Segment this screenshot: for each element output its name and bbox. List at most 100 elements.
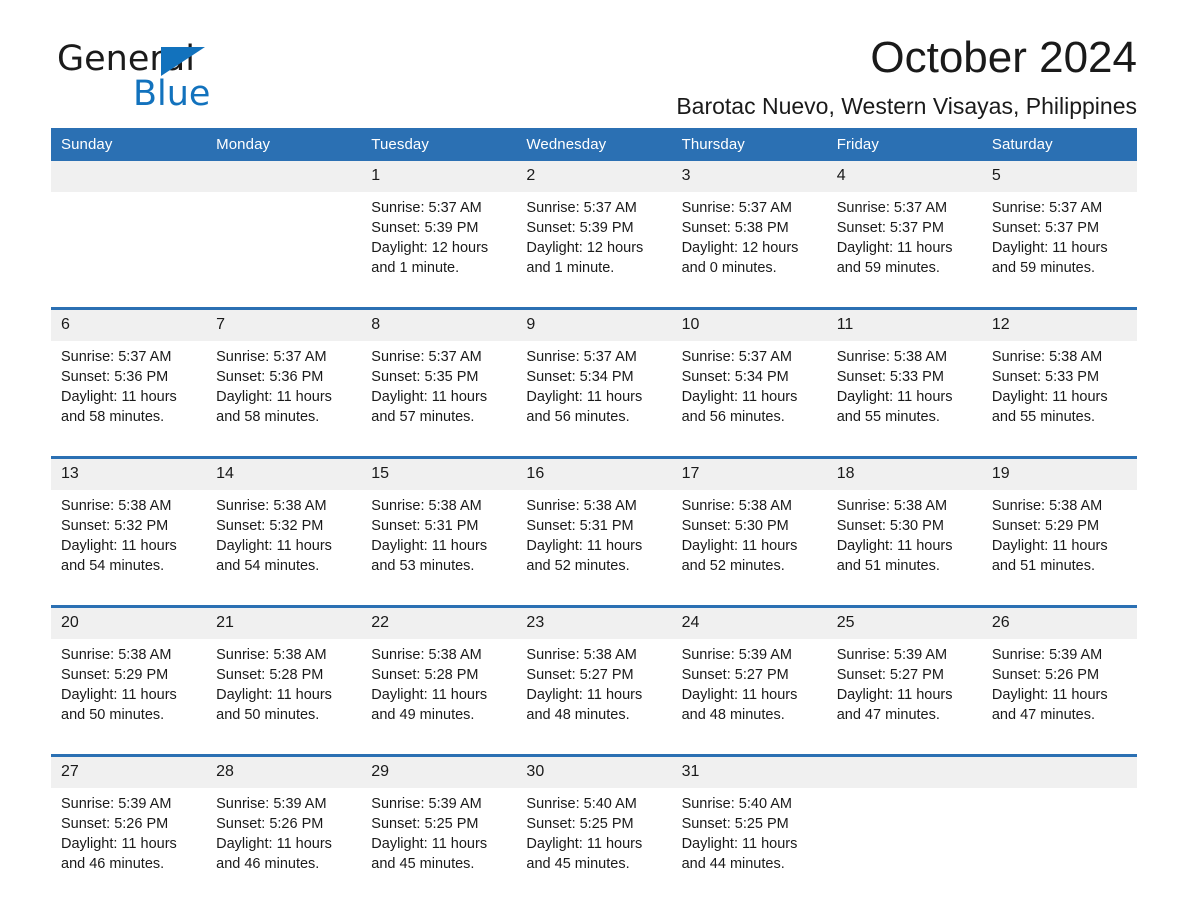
day-number[interactable]: 24 [671, 605, 827, 639]
sunrise-text: Sunrise: 5:40 AM [526, 796, 637, 812]
daylight-text-cont: and 59 minutes. [991, 260, 1096, 276]
daylight-text-cont: and 59 minutes. [836, 260, 940, 276]
day-number[interactable]: 12 [981, 307, 1137, 341]
generalblue-logo[interactable]: General Blue [57, 42, 257, 112]
day-number[interactable]: 4 [826, 161, 982, 192]
day-cell[interactable]: Sunrise: 5:38 AM Sunset: 5:31 PM Daylight:… [361, 490, 517, 607]
day-number[interactable]: 30 [516, 754, 672, 788]
day-number[interactable]: 22 [361, 605, 517, 639]
day-cell[interactable]: Sunrise: 5:39 AM Sunset: 5:26 PM Daylight:… [981, 639, 1137, 756]
day-cell[interactable]: Sunrise: 5:38 AM Sunset: 5:31 PM Daylight:… [516, 490, 672, 607]
daylight-text: Daylight: 11 hours [991, 389, 1108, 405]
day-cell[interactable]: Sunrise: 5:38 AM Sunset: 5:28 PM Daylight:… [206, 639, 362, 756]
day-number[interactable]: 21 [206, 605, 362, 639]
day-cell[interactable]: Sunrise: 5:37 AM Sunset: 5:38 PM Daylight:… [671, 192, 827, 309]
day-number[interactable]: 19 [981, 456, 1137, 490]
day-cell[interactable]: Sunrise: 5:37 AM Sunset: 5:36 PM Daylight:… [51, 341, 207, 458]
daylight-text: Daylight: 12 hours [526, 240, 644, 256]
day-number[interactable]: 28 [206, 754, 362, 788]
day-cell[interactable]: Sunrise: 5:38 AM Sunset: 5:30 PM Daylight:… [671, 490, 827, 607]
day-cell[interactable]: Sunrise: 5:38 AM Sunset: 5:32 PM Daylight:… [206, 490, 362, 607]
day-number[interactable]: 14 [206, 456, 362, 490]
day-number[interactable]: 11 [826, 307, 982, 341]
day-cell[interactable]: Sunrise: 5:37 AM Sunset: 5:36 PM Daylight:… [206, 341, 362, 458]
sunset-text: Sunset: 5:27 PM [681, 667, 789, 683]
day-number[interactable]: 27 [51, 754, 207, 788]
day-number[interactable]: 20 [51, 605, 207, 639]
day-number[interactable]: 17 [671, 456, 827, 490]
daylight-text-cont: and 49 minutes. [371, 707, 475, 723]
sunset-text: Sunset: 5:30 PM [836, 518, 944, 534]
day-number[interactable]: 2 [516, 161, 672, 192]
daylight-text: Daylight: 11 hours [371, 687, 488, 703]
daylight-text-cont: and 51 minutes. [836, 558, 940, 574]
daylight-text: Daylight: 11 hours [836, 240, 953, 256]
daylight-text: Daylight: 11 hours [681, 538, 798, 554]
day-number[interactable]: 16 [516, 456, 672, 490]
day-cell[interactable]: Sunrise: 5:37 AM Sunset: 5:37 PM Daylight:… [826, 192, 982, 309]
day-cell[interactable]: Sunrise: 5:37 AM Sunset: 5:35 PM Daylight:… [361, 341, 517, 458]
day-number[interactable]: 10 [671, 307, 827, 341]
weekday-header-wednesday: Wednesday [516, 128, 672, 161]
daylight-text-cont: and 50 minutes. [216, 707, 320, 723]
day-cell[interactable]: Sunrise: 5:38 AM Sunset: 5:33 PM Daylight:… [826, 341, 982, 458]
daylight-text: Daylight: 11 hours [681, 389, 798, 405]
page-header: General Blue October 2024 Barotac Nuevo,… [51, 0, 1137, 118]
day-number[interactable]: 1 [361, 161, 517, 192]
day-number[interactable]: 23 [516, 605, 672, 639]
day-cell[interactable]: Sunrise: 5:39 AM Sunset: 5:27 PM Daylight:… [826, 639, 982, 756]
day-cell[interactable]: Sunrise: 5:38 AM Sunset: 5:28 PM Daylight:… [361, 639, 517, 756]
day-cell[interactable]: Sunrise: 5:37 AM Sunset: 5:34 PM Daylight:… [671, 341, 827, 458]
week-info-row: Sunrise: 5:39 AM Sunset: 5:26 PM Daylight:… [51, 788, 1137, 903]
sunset-text: Sunset: 5:25 PM [526, 816, 634, 832]
sunset-text: Sunset: 5:31 PM [371, 518, 479, 534]
daylight-text: Daylight: 11 hours [61, 836, 177, 852]
day-number[interactable]: 18 [826, 456, 982, 490]
day-number[interactable]: 3 [671, 161, 827, 192]
daylight-text-cont: and 52 minutes. [681, 558, 785, 574]
day-cell[interactable]: Sunrise: 5:38 AM Sunset: 5:29 PM Daylight:… [51, 639, 207, 756]
logo-text-blue: Blue [133, 74, 211, 114]
day-number[interactable]: 26 [981, 605, 1137, 639]
day-number[interactable]: 25 [826, 605, 982, 639]
day-cell[interactable]: Sunrise: 5:39 AM Sunset: 5:26 PM Daylight:… [206, 788, 362, 903]
day-cell[interactable]: Sunrise: 5:37 AM Sunset: 5:39 PM Daylight:… [361, 192, 517, 309]
weekday-header-sunday: Sunday [51, 128, 207, 161]
week-date-row: 20 21 22 23 24 25 26 [51, 605, 1137, 639]
sunrise-text: Sunrise: 5:38 AM [991, 498, 1103, 514]
daylight-text-cont: and 48 minutes. [681, 707, 785, 723]
sunrise-text: Sunrise: 5:38 AM [216, 498, 327, 514]
daylight-text: Daylight: 11 hours [991, 240, 1108, 256]
day-cell[interactable]: Sunrise: 5:38 AM Sunset: 5:29 PM Daylight:… [981, 490, 1137, 607]
day-number[interactable]: 8 [361, 307, 517, 341]
day-cell[interactable]: Sunrise: 5:39 AM Sunset: 5:25 PM Daylight:… [361, 788, 517, 903]
day-number[interactable]: 29 [361, 754, 517, 788]
day-number[interactable]: 5 [981, 161, 1137, 192]
day-number[interactable]: 6 [51, 307, 207, 341]
sunset-text: Sunset: 5:32 PM [61, 518, 169, 534]
day-cell[interactable]: Sunrise: 5:38 AM Sunset: 5:30 PM Daylight:… [826, 490, 982, 607]
day-cell[interactable]: Sunrise: 5:38 AM Sunset: 5:32 PM Daylight:… [51, 490, 207, 607]
day-cell[interactable]: Sunrise: 5:38 AM Sunset: 5:27 PM Daylight:… [516, 639, 672, 756]
daylight-text: Daylight: 11 hours [216, 389, 332, 405]
day-cell-empty [826, 788, 982, 903]
day-cell[interactable]: Sunrise: 5:40 AM Sunset: 5:25 PM Daylight:… [671, 788, 827, 903]
daylight-text-cont: and 56 minutes. [681, 409, 785, 425]
day-cell[interactable]: Sunrise: 5:37 AM Sunset: 5:34 PM Daylight:… [516, 341, 672, 458]
daylight-text: Daylight: 11 hours [216, 538, 332, 554]
sunrise-text: Sunrise: 5:37 AM [526, 200, 637, 216]
day-cell[interactable]: Sunrise: 5:40 AM Sunset: 5:25 PM Daylight:… [516, 788, 672, 903]
day-cell[interactable]: Sunrise: 5:38 AM Sunset: 5:33 PM Daylight:… [981, 341, 1137, 458]
weekday-header-tuesday: Tuesday [361, 128, 517, 161]
day-number[interactable]: 31 [671, 754, 827, 788]
day-number[interactable]: 13 [51, 456, 207, 490]
week-date-row: 27 28 29 30 31 [51, 754, 1137, 788]
day-number[interactable]: 7 [206, 307, 362, 341]
day-cell[interactable]: Sunrise: 5:39 AM Sunset: 5:26 PM Daylight:… [51, 788, 207, 903]
day-cell[interactable]: Sunrise: 5:39 AM Sunset: 5:27 PM Daylight:… [671, 639, 827, 756]
day-number[interactable]: 9 [516, 307, 672, 341]
day-number[interactable]: 15 [361, 456, 517, 490]
day-cell[interactable]: Sunrise: 5:37 AM Sunset: 5:37 PM Daylight:… [981, 192, 1137, 309]
day-cell-empty [981, 788, 1137, 903]
day-cell[interactable]: Sunrise: 5:37 AM Sunset: 5:39 PM Daylight:… [516, 192, 672, 309]
